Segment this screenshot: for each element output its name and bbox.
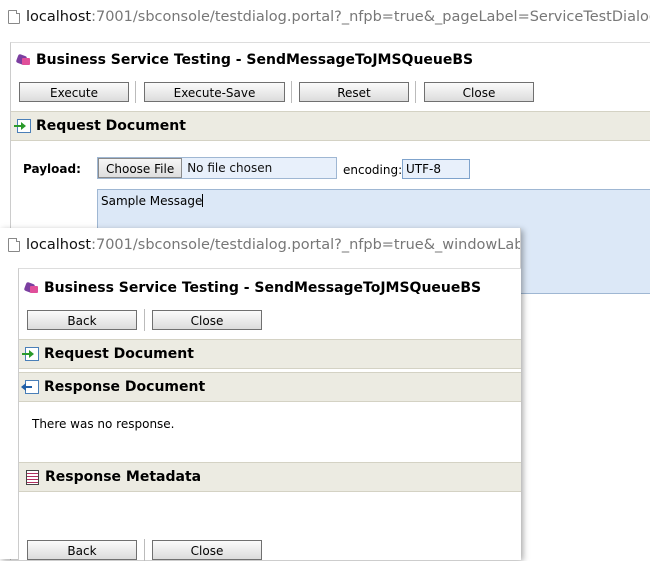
request-document-section[interactable]: Request Document — [11, 111, 650, 141]
request-document-label: Request Document — [36, 118, 186, 134]
url-host: localhost — [26, 9, 92, 25]
response-metadata-section[interactable]: Response Metadata — [19, 462, 521, 492]
page-icon — [8, 10, 20, 24]
dialog-title-text: Business Service Testing - SendMessageTo… — [36, 52, 474, 68]
response-metadata-icon — [26, 469, 39, 485]
text-caret — [202, 194, 204, 207]
dialog-title-text: Business Service Testing - SendMessageTo… — [44, 280, 482, 296]
response-document-icon — [21, 380, 39, 394]
business-service-icon — [25, 281, 39, 295]
address-bar[interactable]: localhost:7001/sbconsole/testdialog.port… — [0, 230, 520, 260]
execute-save-button[interactable]: Execute-Save — [144, 82, 285, 102]
address-bar[interactable]: localhost:7001/sbconsole/testdialog.port… — [0, 2, 650, 32]
encoding-label: encoding: — [343, 163, 403, 177]
encoding-input[interactable]: UTF-8 — [402, 159, 470, 179]
no-file-chosen-text: No file chosen — [187, 161, 273, 175]
toolbar-separator — [135, 81, 136, 103]
front-window: localhost:7001/sbconsole/testdialog.port… — [0, 228, 521, 561]
dialog-title: Business Service Testing - SendMessageTo… — [17, 52, 473, 68]
payload-label: Payload: — [23, 162, 81, 176]
reset-button[interactable]: Reset — [299, 82, 409, 102]
back-button-bottom[interactable]: Back — [27, 540, 137, 560]
file-input[interactable]: Choose File No file chosen — [97, 157, 337, 179]
close-button-bottom[interactable]: Close — [152, 540, 262, 560]
payload-text: Sample Message — [101, 194, 203, 208]
request-document-icon — [22, 347, 39, 361]
response-text: There was no response. — [32, 417, 175, 431]
toolbar-separator — [144, 309, 145, 331]
response-document-label: Response Document — [44, 379, 206, 395]
toolbar-separator — [415, 81, 416, 103]
dialog-title: Business Service Testing - SendMessageTo… — [25, 280, 481, 296]
request-document-section[interactable]: Request Document — [19, 339, 521, 369]
url-host: localhost — [26, 237, 92, 253]
toolbar-separator — [291, 81, 292, 103]
response-document-section[interactable]: Response Document — [19, 372, 521, 402]
url-path: :7001/sbconsole/testdialog.portal?_nfpb=… — [91, 237, 520, 253]
execute-button[interactable]: Execute — [19, 82, 129, 102]
url-path: :7001/sbconsole/testdialog.portal?_nfpb=… — [91, 9, 650, 25]
close-button[interactable]: Close — [152, 310, 262, 330]
request-document-icon — [14, 119, 31, 133]
back-button[interactable]: Back — [27, 310, 137, 330]
toolbar-separator — [144, 539, 145, 561]
business-service-icon — [17, 53, 31, 67]
request-document-label: Request Document — [44, 346, 194, 362]
dialog-frame: Business Service Testing - SendMessageTo… — [18, 268, 521, 561]
choose-file-button[interactable]: Choose File — [98, 158, 183, 178]
page-icon — [8, 238, 20, 252]
close-button[interactable]: Close — [424, 82, 534, 102]
response-metadata-label: Response Metadata — [45, 469, 202, 485]
